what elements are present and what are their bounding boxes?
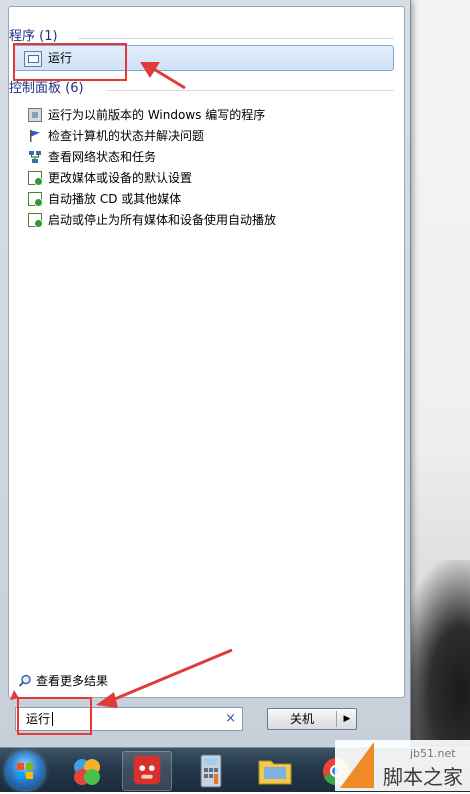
annotation-box-run-result xyxy=(13,43,127,81)
taskbar-app-colorful[interactable] xyxy=(62,751,112,791)
control-panel-group-header: 控制面板 (6) xyxy=(9,81,84,96)
shutdown-options-arrow-icon[interactable]: ▶ xyxy=(338,709,356,729)
result-label: 启动或停止为所有媒体和设备使用自动播放 xyxy=(48,213,277,227)
programs-divider xyxy=(78,38,394,39)
autoplay-icon xyxy=(28,192,43,207)
colorful-app-icon xyxy=(74,759,100,785)
action-center-flag-icon xyxy=(30,130,40,142)
autoplay-icon xyxy=(28,171,43,186)
result-label: 检查计算机的状态并解决问题 xyxy=(48,129,205,143)
autoplay-icon xyxy=(28,213,43,228)
shutdown-label: 关机 xyxy=(289,712,314,726)
calculator-icon xyxy=(200,754,222,788)
shutdown-separator xyxy=(336,711,337,727)
result-label: 更改媒体或设备的默认设置 xyxy=(48,171,193,185)
taskbar-app-red-mascot[interactable] xyxy=(122,751,172,791)
clear-search-icon[interactable]: × xyxy=(225,708,236,730)
result-label: 自动播放 CD 或其他媒体 xyxy=(48,192,182,206)
shutdown-button[interactable]: 关机 ▶ xyxy=(267,708,357,730)
taskbar-app-calculator[interactable] xyxy=(186,751,236,791)
control-panel-divider xyxy=(106,90,394,91)
watermark-url: jb51.net xyxy=(410,747,456,760)
network-icon xyxy=(29,151,41,163)
watermark-logo xyxy=(340,742,374,788)
taskbar-app-explorer[interactable] xyxy=(250,751,300,791)
start-button[interactable] xyxy=(6,752,44,790)
compatibility-icon xyxy=(28,108,42,122)
see-more-label: 查看更多结果 xyxy=(36,674,109,688)
search-icon xyxy=(18,674,31,687)
watermark-text: 脚本之家 xyxy=(383,765,463,789)
folder-icon xyxy=(258,760,292,785)
annotation-box-search-input xyxy=(17,697,92,735)
red-mascot-icon xyxy=(133,755,161,785)
result-label: 查看网络状态和任务 xyxy=(48,150,157,164)
result-label: 运行为以前版本的 Windows 编写的程序 xyxy=(48,108,266,122)
